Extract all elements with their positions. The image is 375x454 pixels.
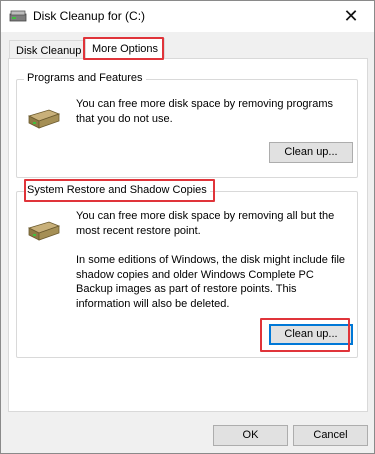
programs-features-group: Programs and Features You can free more …: [16, 72, 358, 178]
highlight-tab-more-options: [83, 37, 164, 60]
disk-drive-icon: [27, 221, 61, 241]
programs-description: You can free more disk space by removing…: [76, 98, 333, 125]
more-options-panel: Programs and Features You can free more …: [8, 58, 368, 412]
ok-button[interactable]: OK: [213, 425, 288, 446]
cancel-button[interactable]: Cancel: [293, 425, 368, 446]
programs-cleanup-button[interactable]: Clean up...: [269, 142, 353, 163]
restore-note: In some editions of Windows, the disk mi…: [76, 254, 346, 310]
tab-strip: Disk Cleanup More Options: [1, 32, 374, 61]
close-button[interactable]: ✕: [328, 1, 374, 32]
close-icon: ✕: [343, 6, 359, 26]
window-title: Disk Cleanup for (C:): [33, 9, 146, 23]
group-label-programs: Programs and Features: [24, 72, 146, 84]
highlight-restore-button: [260, 318, 350, 352]
disk-cleanup-window: Disk Cleanup for (C:) ✕ Disk Cleanup Mor…: [0, 0, 375, 454]
highlight-restore-label: [24, 179, 215, 202]
restore-description: You can free more disk space by removing…: [76, 210, 335, 237]
disk-drive-icon: [27, 109, 61, 129]
disk-drive-icon: [9, 10, 27, 22]
title-bar: Disk Cleanup for (C:) ✕: [1, 1, 374, 32]
